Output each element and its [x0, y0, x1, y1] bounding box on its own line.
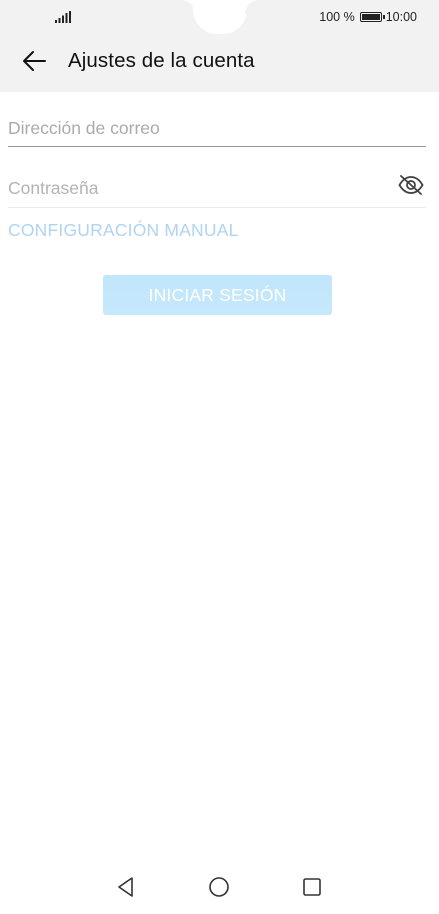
battery-percent: 100 % [319, 10, 355, 24]
notch-shoulder-right [245, 0, 259, 14]
battery-full-icon [359, 12, 385, 22]
email-field[interactable] [8, 108, 426, 148]
email-underline [8, 146, 426, 147]
password-underline [8, 207, 426, 208]
password-field[interactable] [8, 168, 388, 208]
page-title: Ajustes de la cuenta [68, 49, 255, 72]
notch [193, 0, 247, 34]
manual-setup-link[interactable]: CONFIGURACIÓN MANUAL [8, 220, 239, 241]
circle-home-icon [208, 876, 230, 903]
arrow-left-icon [21, 50, 47, 77]
login-button[interactable]: INICIAR SESIÓN [103, 275, 332, 315]
nav-recent-button[interactable] [300, 877, 324, 901]
clock: 10:00 [385, 10, 417, 24]
back-button[interactable] [18, 47, 50, 79]
triangle-back-icon [116, 876, 136, 903]
status-right: 100 % 10:00 [319, 10, 417, 24]
nav-back-button[interactable] [114, 876, 138, 903]
status-bar: 100 % 10:00 [0, 0, 439, 34]
eye-off-icon [398, 174, 424, 200]
account-form: CONFIGURACIÓN MANUAL INICIAR SESIÓN [0, 92, 439, 320]
app-bar: Ajustes de la cuenta [0, 34, 439, 92]
navigation-bar [0, 864, 439, 914]
toggle-password-visibility-button[interactable] [396, 174, 426, 200]
nav-home-button[interactable] [207, 876, 231, 903]
signal-bars-icon [55, 10, 71, 23]
square-recent-icon [302, 877, 322, 902]
